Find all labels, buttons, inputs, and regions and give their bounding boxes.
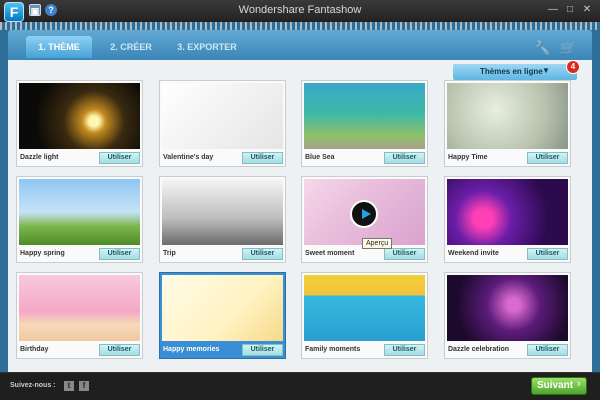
minimize-icon[interactable]: — [546, 4, 560, 16]
use-button[interactable]: Utiliser [384, 152, 425, 164]
chevron-right-icon: › [577, 378, 581, 390]
maximize-icon[interactable]: □ [563, 4, 577, 16]
use-button[interactable]: Utiliser [384, 344, 425, 356]
use-button[interactable]: Utiliser [242, 152, 283, 164]
use-button[interactable]: Utiliser [99, 152, 140, 164]
theme-thumbnail [447, 179, 568, 245]
theme-title: Dazzle light [20, 154, 59, 161]
theme-thumbnail [19, 179, 140, 245]
footer-bar [0, 372, 600, 400]
use-button[interactable]: Utiliser [384, 248, 425, 260]
theme-thumbnail [447, 83, 568, 149]
theme-thumbnail [162, 83, 283, 149]
theme-card[interactable]: Family moments Utiliser [301, 272, 428, 359]
tabs-bar [8, 30, 592, 60]
use-button[interactable]: Utiliser [99, 248, 140, 260]
theme-thumbnail [19, 83, 140, 149]
facebook-icon[interactable]: f [79, 381, 89, 391]
theme-thumbnail [162, 275, 283, 341]
theme-title: Family moments [305, 346, 361, 353]
theme-thumbnail [304, 83, 425, 149]
use-button[interactable]: Utiliser [527, 344, 568, 356]
theme-title: Trip [163, 250, 176, 257]
theme-thumbnail [19, 275, 140, 341]
theme-title: Happy Time [448, 154, 488, 161]
window-title: Wondershare Fantashow [238, 4, 362, 16]
theme-card[interactable]: Weekend invite Utiliser [444, 176, 571, 263]
theme-card[interactable]: Blue Sea Utiliser [301, 80, 428, 167]
online-themes-dropdown[interactable]: Thèmes en ligne [453, 64, 577, 80]
theme-thumbnail [162, 179, 283, 245]
theme-card[interactable]: Happy Time Utiliser [444, 80, 571, 167]
theme-card[interactable]: Valentine's day Utiliser [159, 80, 286, 167]
twitter-icon[interactable]: t [64, 381, 74, 391]
close-icon[interactable]: ✕ [580, 4, 594, 16]
theme-title: Weekend invite [448, 250, 499, 257]
use-button[interactable]: Utiliser [527, 248, 568, 260]
tab-theme[interactable]: 1. THÈME [26, 36, 92, 58]
theme-title: Dazzle celebration [448, 346, 510, 353]
theme-card[interactable]: Dazzle celebration Utiliser [444, 272, 571, 359]
theme-title: Happy spring [20, 250, 65, 257]
play-icon[interactable] [350, 200, 378, 228]
follow-label: Suivez-nous : [10, 382, 56, 389]
wrench-icon[interactable]: 🔧 [534, 40, 550, 56]
theme-thumbnail [304, 275, 425, 341]
theme-title: Valentine's day [163, 154, 214, 161]
use-button[interactable]: Utiliser [242, 344, 283, 356]
theme-thumbnail [447, 275, 568, 341]
notification-badge: 4 [566, 60, 580, 74]
tab-export[interactable]: 3. EXPORTER [172, 36, 242, 58]
theme-card[interactable]: Trip Utiliser [159, 176, 286, 263]
theme-title: Sweet moment [305, 250, 355, 257]
preview-tooltip: Aperçu [362, 238, 393, 249]
spiral-binding [0, 22, 600, 30]
theme-card[interactable]: Birthday Utiliser [16, 272, 143, 359]
theme-title: Birthday [20, 346, 49, 353]
theme-card[interactable]: Happy spring Utiliser [16, 176, 143, 263]
use-button[interactable]: Utiliser [527, 152, 568, 164]
theme-card-selected[interactable]: Happy memories Utiliser [159, 272, 286, 359]
tab-create[interactable]: 2. CRÉER [104, 36, 158, 58]
theme-title: Blue Sea [305, 154, 335, 161]
theme-card[interactable]: Dazzle light Utiliser [16, 80, 143, 167]
theme-title: Happy memories [163, 346, 220, 353]
cart-icon[interactable]: 🛒 [560, 40, 576, 56]
use-button[interactable]: Utiliser [99, 344, 140, 356]
use-button[interactable]: Utiliser [242, 248, 283, 260]
chevron-down-icon: ▼ [542, 66, 550, 75]
